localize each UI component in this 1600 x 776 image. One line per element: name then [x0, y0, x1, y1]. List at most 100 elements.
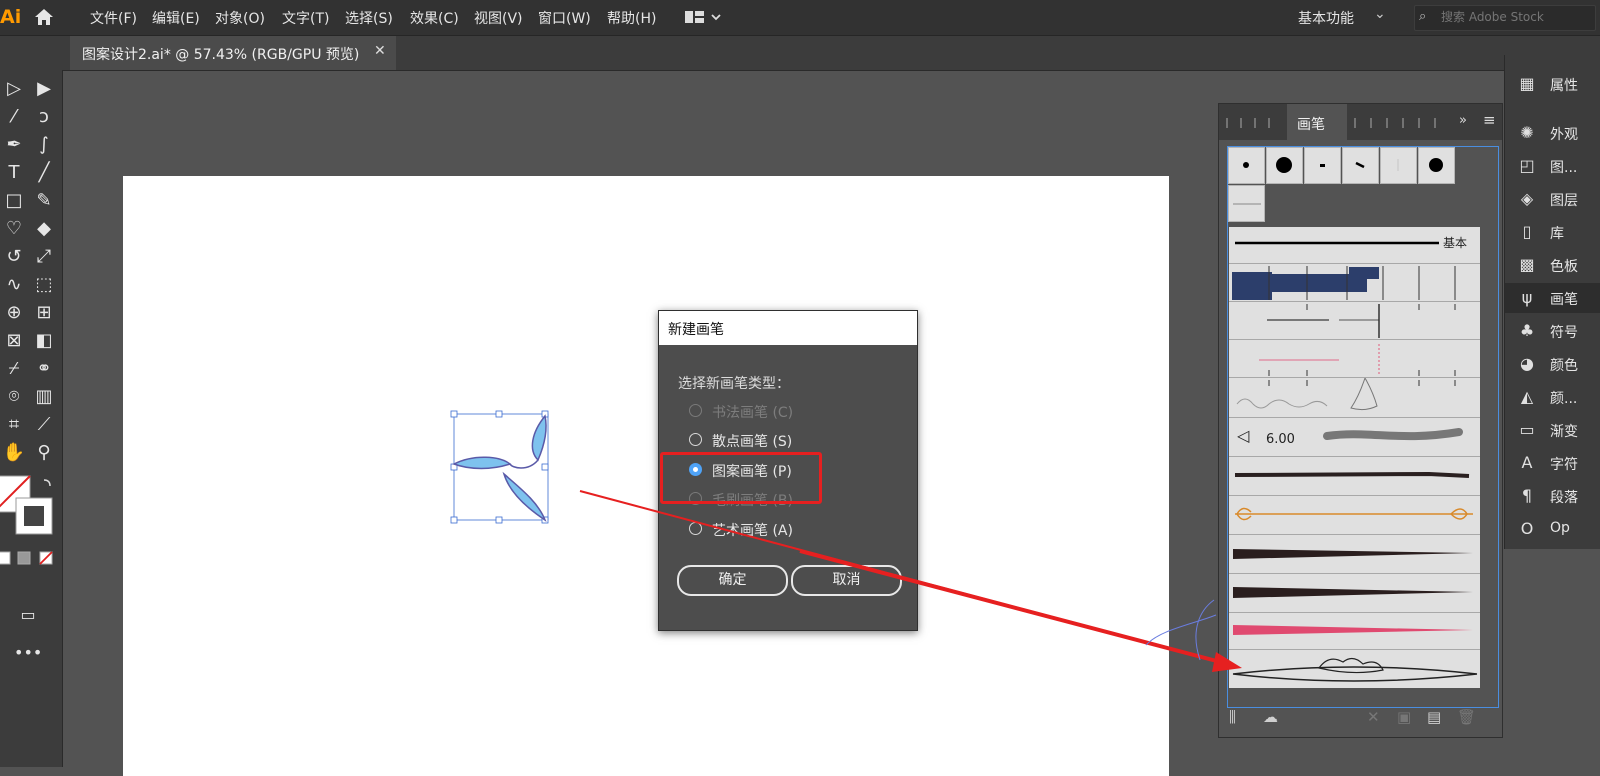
brush-swatch[interactable] [1304, 147, 1341, 184]
chevron-down-icon[interactable]: ⌄ [1374, 6, 1386, 22]
new-brush-icon[interactable]: ▤ [1427, 708, 1441, 726]
dock-layers[interactable]: ◈ 图层 [1505, 184, 1600, 214]
menu-help[interactable]: 帮助(H) [607, 8, 656, 28]
hand-tool-icon[interactable]: ✋ [0, 440, 28, 466]
symbol-sprayer-tool-icon[interactable]: ⌾ [0, 384, 28, 410]
dock-brushes[interactable]: ψ 画笔 [1505, 283, 1600, 313]
type-tool-icon[interactable]: T [0, 160, 28, 186]
menu-object[interactable]: 对象(O) [215, 8, 265, 28]
dock-appearance[interactable]: ✺ 外观 [1505, 118, 1600, 148]
option-label[interactable]: 散点画笔 (S) [712, 431, 792, 451]
artboard[interactable] [123, 176, 1169, 776]
brush-swatch[interactable] [1418, 147, 1455, 184]
expand-icon[interactable]: » [1459, 113, 1467, 128]
brush-row-basic[interactable]: 基本 [1229, 227, 1480, 264]
rectangle-tool-icon[interactable]: □ [0, 188, 28, 214]
option-label[interactable]: 艺术画笔 (A) [712, 520, 793, 540]
menu-view[interactable]: 视图(V) [474, 8, 523, 28]
dock-color[interactable]: ◕ 颜色 [1505, 349, 1600, 379]
menu-effect[interactable]: 效果(C) [410, 8, 459, 28]
menu-window[interactable]: 窗口(W) [538, 8, 591, 28]
brush-row-art[interactable] [1229, 457, 1480, 496]
brush-swatch[interactable] [1342, 147, 1379, 184]
menu-select[interactable]: 选择(S) [345, 8, 393, 28]
direct-selection-tool-icon[interactable]: ▶ [30, 76, 58, 102]
brush-swatch[interactable] [1228, 185, 1265, 222]
artboard-tool-icon[interactable]: ⌗ [0, 412, 28, 438]
close-icon[interactable]: ✕ [374, 43, 386, 59]
brush-row-pattern[interactable] [1229, 378, 1480, 418]
arrange-documents-icon[interactable] [684, 8, 724, 26]
line-tool-icon[interactable]: ╱ [30, 160, 58, 186]
brush-libraries-icon[interactable]: ⫼ [1229, 708, 1236, 726]
search-input[interactable] [1439, 9, 1593, 25]
remove-stroke-icon[interactable]: ✕ [1367, 708, 1380, 726]
screen-mode-icon[interactable]: ▭ [14, 602, 42, 628]
brush-row-new-pattern[interactable] [1229, 650, 1480, 688]
selection-tool-icon[interactable]: ▷ [0, 76, 28, 102]
eraser-tool-icon[interactable]: ◆ [30, 216, 58, 242]
cancel-button[interactable]: 取消 [791, 565, 902, 596]
brush-options-icon[interactable]: ▣ [1397, 708, 1411, 726]
dock-graphic-styles[interactable]: ◰ 图... [1505, 151, 1600, 181]
brush-row-art[interactable] [1229, 535, 1480, 574]
perspective-grid-tool-icon[interactable]: ⊞ [30, 300, 58, 326]
curvature-tool-icon[interactable]: ∫ [30, 132, 58, 158]
brush-row-pattern[interactable] [1229, 340, 1480, 378]
brush-row-art[interactable] [1229, 496, 1480, 535]
dock-paragraph[interactable]: ¶ 段落 [1505, 481, 1600, 511]
collapsed-tabs-icon[interactable] [1223, 116, 1283, 130]
menu-edit[interactable]: 编辑(E) [152, 8, 200, 28]
ok-button[interactable]: 确定 [677, 565, 788, 596]
gradient-tool-icon[interactable]: ◧ [30, 328, 58, 354]
blend-tool-icon[interactable]: ⚭ [30, 356, 58, 382]
scale-tool-icon[interactable]: ⤢ [30, 244, 58, 270]
shape-builder-tool-icon[interactable]: ⊕ [0, 300, 28, 326]
slice-tool-icon[interactable]: ⟋ [30, 412, 58, 438]
pen-tool-icon[interactable]: ✒ [0, 132, 28, 158]
selected-artwork[interactable] [440, 402, 570, 532]
brush-swatch[interactable] [1228, 147, 1265, 184]
dock-color-guide[interactable]: ◭ 颜... [1505, 382, 1600, 412]
libraries-panel-icon[interactable]: ☁ [1263, 708, 1278, 726]
fill-stroke-swatches[interactable] [0, 474, 60, 538]
brush-row-pattern[interactable] [1229, 302, 1480, 340]
dock-opentype[interactable]: O Op [1505, 514, 1600, 544]
lasso-tool-icon[interactable]: ↄ [30, 104, 58, 130]
color-mode-icon[interactable] [0, 550, 60, 566]
radio-scatter[interactable] [689, 433, 702, 446]
magic-wand-tool-icon[interactable]: ⁄ [0, 104, 28, 130]
radio-art[interactable] [689, 522, 702, 535]
brush-swatch[interactable] [1266, 147, 1303, 184]
mesh-tool-icon[interactable]: ⊠ [0, 328, 28, 354]
brush-row-bristle[interactable]: ◁ 6.00 [1229, 418, 1480, 457]
home-icon[interactable] [33, 7, 55, 27]
dock-properties[interactable]: ▦ 属性 [1505, 69, 1600, 99]
menu-type[interactable]: 文字(T) [282, 8, 329, 28]
brush-row-art[interactable] [1229, 574, 1480, 613]
brush-row-art[interactable] [1229, 613, 1480, 650]
delete-brush-icon[interactable]: 🗑 [1457, 708, 1476, 726]
workspace-switcher[interactable]: 基本功能 [1298, 8, 1354, 28]
warp-tool-icon[interactable]: ∿ [0, 272, 28, 298]
dock-libraries[interactable]: ▯ 库 [1505, 217, 1600, 247]
dock-symbols[interactable]: ♣ 符号 [1505, 316, 1600, 346]
panel-menu-icon[interactable]: ≡ [1483, 111, 1496, 129]
more-tools-icon[interactable]: ••• [14, 640, 42, 666]
brush-swatch[interactable] [1380, 147, 1417, 184]
document-tab[interactable]: 图案设计2.ai* @ 57.43% (RGB/GPU 预览) ✕ [70, 36, 396, 70]
menu-file[interactable]: 文件(F) [90, 8, 137, 28]
dock-character[interactable]: A 字符 [1505, 448, 1600, 478]
dock-swatches[interactable]: ▩ 色板 [1505, 250, 1600, 280]
dock-gradient[interactable]: ▭ 渐变 [1505, 415, 1600, 445]
shaper-tool-icon[interactable]: ♡ [0, 216, 28, 242]
eyedropper-tool-icon[interactable]: ⌿ [0, 356, 28, 382]
stock-search[interactable]: ⌕ [1414, 5, 1596, 31]
free-transform-tool-icon[interactable]: ⬚ [30, 272, 58, 298]
dialog-title-bar[interactable]: 新建画笔 [659, 311, 917, 345]
rotate-tool-icon[interactable]: ↺ [0, 244, 28, 270]
tab-brushes[interactable]: 画笔 [1287, 104, 1347, 140]
collapsed-tabs-icon[interactable] [1351, 116, 1451, 130]
zoom-tool-icon[interactable]: ⚲ [30, 440, 58, 466]
column-graph-tool-icon[interactable]: ▥ [30, 384, 58, 410]
